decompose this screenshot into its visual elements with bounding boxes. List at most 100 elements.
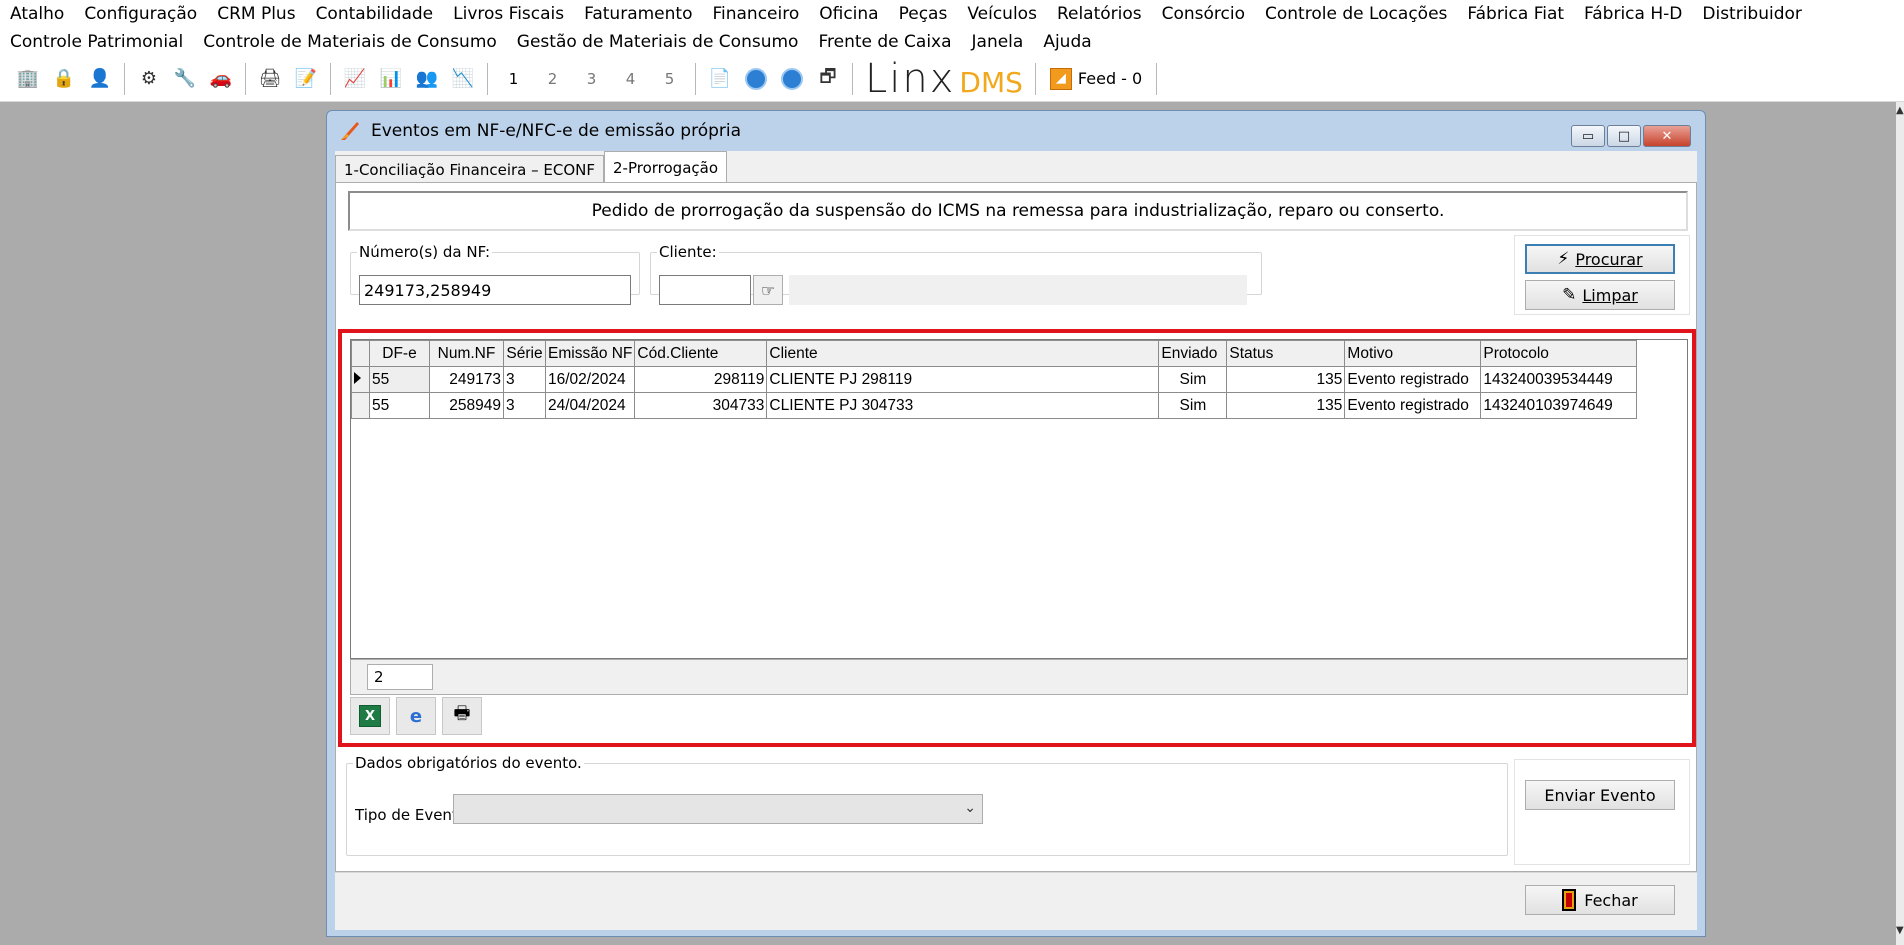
cell-emissao-nf[interactable]: 24/04/2024 bbox=[544, 392, 636, 419]
menu-crm-plus[interactable]: CRM Plus bbox=[207, 0, 305, 28]
menu-row-2: Controle Patrimonial Controle de Materia… bbox=[0, 28, 1102, 56]
menu-faturamento[interactable]: Faturamento bbox=[574, 0, 702, 28]
close-button[interactable]: ✕ bbox=[1643, 125, 1691, 147]
cell-cliente[interactable]: CLIENTE PJ 304733 bbox=[766, 392, 1160, 419]
car-icon[interactable]: 🚗 bbox=[203, 62, 239, 96]
windows-cascade-icon[interactable]: 🗗 bbox=[810, 62, 846, 96]
col-motivo[interactable]: Motivo bbox=[1344, 340, 1482, 367]
menu-controle-patrimonial[interactable]: Controle Patrimonial bbox=[0, 28, 193, 56]
window-4-button[interactable]: 4 bbox=[611, 70, 650, 88]
col-enviado[interactable]: Enviado bbox=[1158, 340, 1228, 367]
lock-icon[interactable]: 🔒 bbox=[46, 62, 82, 96]
menu-gestao-materiais-consumo[interactable]: Gestão de Materiais de Consumo bbox=[507, 28, 809, 56]
menu-ajuda[interactable]: Ajuda bbox=[1033, 28, 1101, 56]
fechar-button[interactable]: Fechar bbox=[1525, 885, 1675, 915]
people-chart-icon[interactable]: 👥 bbox=[409, 62, 445, 96]
table-row[interactable]: 55 249173 3 16/02/2024 298119 CLIENTE PJ… bbox=[351, 366, 1638, 393]
menu-controle-materiais-consumo[interactable]: Controle de Materiais de Consumo bbox=[193, 28, 507, 56]
menu-contabilidade[interactable]: Contabilidade bbox=[306, 0, 444, 28]
user-key-icon[interactable]: 👤 bbox=[82, 62, 118, 96]
col-protocolo[interactable]: Protocolo bbox=[1480, 340, 1638, 367]
menu-distribuidor[interactable]: Distribuidor bbox=[1692, 0, 1812, 28]
cell-enviado[interactable]: Sim bbox=[1158, 366, 1228, 393]
cliente-lookup-button[interactable]: ☞ bbox=[753, 275, 783, 305]
col-status[interactable]: Status bbox=[1226, 340, 1346, 367]
window-titlebar[interactable]: Eventos em NF-e/NFC-e de emissão própria… bbox=[327, 111, 1705, 151]
menu-relatorios[interactable]: Relatórios bbox=[1047, 0, 1152, 28]
minimize-button[interactable]: ▭ bbox=[1571, 125, 1605, 147]
cell-cod-cliente[interactable]: 304733 bbox=[634, 392, 768, 419]
events-grid[interactable]: DF-e Num.NF Série Emissão NF Cód.Cliente… bbox=[350, 339, 1688, 659]
table-row[interactable]: 55 258949 3 24/04/2024 304733 CLIENTE PJ… bbox=[351, 392, 1638, 419]
window-2-button[interactable]: 2 bbox=[533, 70, 572, 88]
cell-status[interactable]: 135 bbox=[1226, 366, 1346, 393]
chart-line-icon[interactable]: 📈 bbox=[337, 62, 373, 96]
invoice-print-icon[interactable]: 🖨 bbox=[252, 62, 288, 96]
row-indicator-header bbox=[351, 340, 370, 367]
col-dfe[interactable]: DF-e bbox=[369, 340, 430, 367]
cell-protocolo[interactable]: 143240103974649 bbox=[1480, 392, 1638, 419]
play-icon[interactable] bbox=[738, 62, 774, 96]
menu-pecas[interactable]: Peças bbox=[889, 0, 958, 28]
menu-atalho[interactable]: Atalho bbox=[0, 0, 74, 28]
col-serie[interactable]: Série bbox=[503, 340, 546, 367]
help-icon[interactable] bbox=[774, 62, 810, 96]
menu-janela[interactable]: Janela bbox=[962, 28, 1034, 56]
nf-number-input[interactable] bbox=[359, 275, 631, 305]
maximize-button[interactable]: □ bbox=[1607, 125, 1641, 147]
cell-protocolo[interactable]: 143240039534449 bbox=[1480, 366, 1638, 393]
menu-frente-caixa[interactable]: Frente de Caixa bbox=[808, 28, 961, 56]
org-chart-icon[interactable]: 🏢 bbox=[10, 62, 46, 96]
tab-prorrogacao[interactable]: 2-Prorrogação bbox=[604, 151, 727, 183]
scroll-down-icon[interactable]: ▼ bbox=[1896, 926, 1904, 936]
col-num-nf[interactable]: Num.NF bbox=[429, 340, 504, 367]
cell-dfe[interactable]: 55 bbox=[369, 366, 430, 393]
cell-num-nf[interactable]: 258949 bbox=[429, 392, 504, 419]
window-1-button[interactable]: 1 bbox=[494, 70, 533, 88]
limpar-button[interactable]: ✎ Limpar bbox=[1525, 280, 1675, 310]
cell-cod-cliente[interactable]: 298119 bbox=[634, 366, 768, 393]
scroll-up-icon[interactable]: ▲ bbox=[1896, 106, 1904, 116]
cell-num-nf[interactable]: 249173 bbox=[429, 366, 504, 393]
menu-fabrica-hd[interactable]: Fábrica H-D bbox=[1574, 0, 1692, 28]
print-button[interactable]: 🖶 bbox=[442, 697, 482, 735]
cell-motivo[interactable]: Evento registrado bbox=[1344, 366, 1482, 393]
menu-veiculos[interactable]: Veículos bbox=[957, 0, 1047, 28]
menu-oficina[interactable]: Oficina bbox=[809, 0, 888, 28]
feed-button[interactable]: ◢ Feed - 0 bbox=[1042, 67, 1150, 90]
tools-icon[interactable]: 🔧 bbox=[167, 62, 203, 96]
cell-status[interactable]: 135 bbox=[1226, 392, 1346, 419]
procurar-button[interactable]: ⚡ Procurar bbox=[1525, 244, 1675, 274]
document-icon[interactable]: 📄 bbox=[702, 62, 738, 96]
export-html-button[interactable]: e bbox=[396, 697, 436, 735]
chart-area-icon[interactable]: 📉 bbox=[445, 62, 481, 96]
menu-livros-fiscais[interactable]: Livros Fiscais bbox=[443, 0, 574, 28]
tipo-evento-select[interactable]: ⌄ bbox=[453, 794, 983, 824]
menu-configuracao[interactable]: Configuração bbox=[74, 0, 207, 28]
col-cod-cliente[interactable]: Cód.Cliente bbox=[634, 340, 768, 367]
menu-fabrica-fiat[interactable]: Fábrica Fiat bbox=[1457, 0, 1574, 28]
cell-emissao-nf[interactable]: 16/02/2024 bbox=[544, 366, 636, 393]
cell-serie[interactable]: 3 bbox=[503, 392, 546, 419]
cell-cliente[interactable]: CLIENTE PJ 298119 bbox=[766, 366, 1160, 393]
menu-controle-locacoes[interactable]: Controle de Locações bbox=[1255, 0, 1457, 28]
tab-conciliacao-financeira[interactable]: 1-Conciliação Financeira – ECONF bbox=[335, 155, 604, 183]
window-5-button[interactable]: 5 bbox=[650, 70, 689, 88]
cell-serie[interactable]: 3 bbox=[503, 366, 546, 393]
menu-consorcio[interactable]: Consórcio bbox=[1152, 0, 1255, 28]
workspace-scrollbar[interactable] bbox=[1896, 102, 1904, 945]
cell-motivo[interactable]: Evento registrado bbox=[1344, 392, 1482, 419]
enviar-evento-button[interactable]: Enviar Evento bbox=[1525, 780, 1675, 810]
menu-financeiro[interactable]: Financeiro bbox=[702, 0, 809, 28]
hand-document-icon[interactable]: 📝 bbox=[288, 62, 324, 96]
export-excel-button[interactable]: X bbox=[350, 697, 390, 735]
window-3-button[interactable]: 3 bbox=[572, 70, 611, 88]
chart-bar-icon[interactable]: 📊 bbox=[373, 62, 409, 96]
col-cliente[interactable]: Cliente bbox=[766, 340, 1160, 367]
parts-icon[interactable]: ⚙ bbox=[131, 62, 167, 96]
col-emissao-nf[interactable]: Emissão NF bbox=[544, 340, 636, 367]
toolbar-separator bbox=[1156, 62, 1158, 95]
cell-enviado[interactable]: Sim bbox=[1158, 392, 1228, 419]
cell-dfe[interactable]: 55 bbox=[369, 392, 430, 419]
cliente-code-input[interactable] bbox=[659, 275, 751, 305]
